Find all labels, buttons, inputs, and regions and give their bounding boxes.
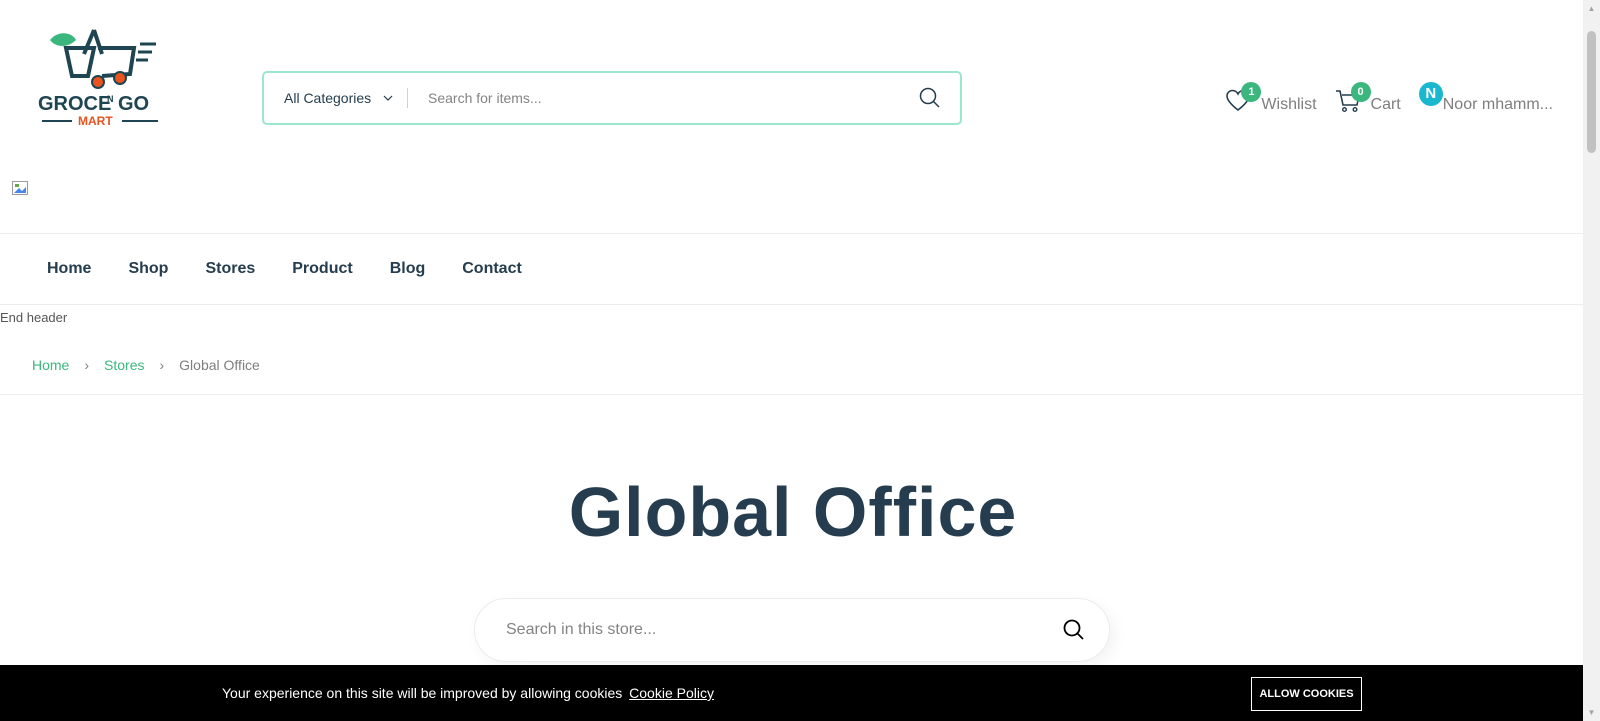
svg-text:GO: GO (118, 93, 149, 115)
header-search-bar: All Categories (262, 71, 962, 125)
page-title: Global Office (568, 473, 1018, 551)
cookie-banner: Your experience on this site will be imp… (0, 665, 1583, 721)
nav-item-blog[interactable]: Blog (390, 260, 426, 278)
nav-item-stores[interactable]: Stores (205, 260, 255, 278)
store-search-input[interactable] (475, 599, 1039, 661)
cookie-policy-link[interactable]: Cookie Policy (629, 685, 714, 701)
scroll-down-arrow-icon[interactable]: ▼ (1583, 704, 1600, 721)
breadcrumb-stores[interactable]: Stores (104, 357, 144, 373)
chevron-down-icon (383, 95, 393, 101)
cart-icon-wrap: 0 (1335, 82, 1371, 116)
wishlist-count-badge: 1 (1241, 82, 1262, 102)
broken-image-icon (12, 181, 28, 195)
end-header-text: End header (0, 310, 68, 325)
svg-text:N: N (107, 94, 114, 104)
breadcrumb-separator: › (84, 357, 90, 373)
search-icon (1063, 619, 1084, 640)
store-search-button[interactable] (1039, 599, 1109, 661)
nav-item-contact[interactable]: Contact (462, 260, 522, 278)
cookie-message-text: Your experience on this site will be imp… (222, 685, 623, 701)
scrollbar[interactable]: ▲ ▼ (1583, 0, 1600, 721)
scrollbar-thumb[interactable] (1587, 31, 1596, 153)
svg-text:MART: MART (78, 114, 113, 128)
header-top: GROCE N GO MART All Categories Search fo… (0, 0, 1583, 170)
category-select-label: All Categories (284, 90, 372, 106)
cart-label: Cart (1370, 96, 1401, 113)
nav-item-product[interactable]: Product (292, 260, 352, 278)
breadcrumb-current: Global Office (179, 357, 260, 373)
category-select[interactable]: All Categories (264, 73, 407, 123)
search-icon (919, 87, 940, 108)
cookie-message: Your experience on this site will be imp… (222, 665, 714, 721)
cart-link[interactable]: 0 Cart (1335, 82, 1401, 116)
nav-item-home[interactable]: Home (47, 260, 91, 278)
store-search-bar (474, 598, 1110, 662)
breadcrumb: Home › Stores › Global Office (0, 336, 1586, 395)
user-avatar: N (1418, 82, 1443, 106)
wishlist-link[interactable]: 1 Wishlist (1225, 82, 1317, 116)
user-name: Noor mhamm... (1442, 96, 1553, 113)
cart-count-badge: 0 (1350, 82, 1371, 102)
search-button[interactable] (900, 73, 960, 123)
groce-n-go-logo[interactable]: GROCE N GO MART (36, 26, 168, 130)
breadcrumb-separator: › (159, 357, 165, 373)
search-input[interactable] (408, 73, 900, 123)
wishlist-label: Wishlist (1261, 96, 1317, 113)
allow-cookies-button[interactable]: ALLOW COOKIES (1251, 677, 1362, 711)
wishlist-icon-wrap: 1 (1225, 82, 1262, 116)
scroll-up-arrow-icon[interactable]: ▲ (1583, 0, 1600, 17)
nav-item-shop[interactable]: Shop (128, 260, 168, 278)
breadcrumb-home[interactable]: Home (32, 357, 69, 373)
header-actions: 1 Wishlist 0 Cart N Noor mhamm... (1207, 82, 1553, 116)
main-nav: Home Shop Stores Product Blog Contact (0, 233, 1586, 305)
account-link[interactable]: N Noor mhamm... (1418, 82, 1553, 116)
svg-text:GROCE: GROCE (38, 93, 111, 115)
